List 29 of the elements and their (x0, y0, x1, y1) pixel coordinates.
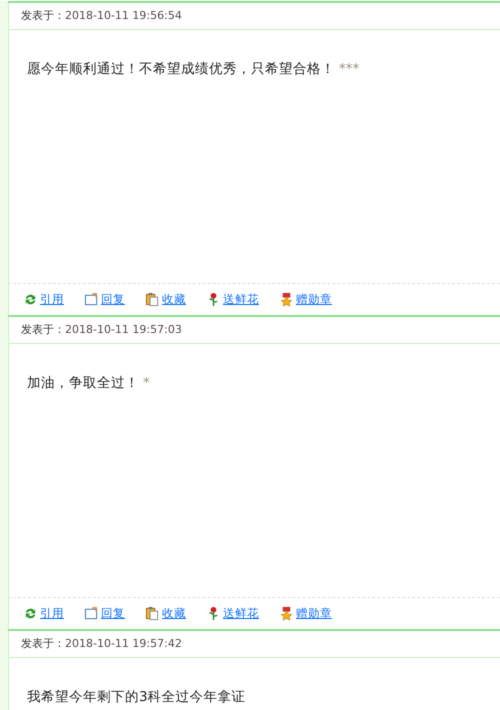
action-link[interactable]: 送鲜花 (206, 604, 259, 622)
notepad-icon (84, 606, 99, 621)
post-content: 加油，争取全过！ (27, 375, 139, 391)
posted-label: 发表于： (21, 636, 65, 652)
clipboard-icon (145, 606, 160, 621)
action-link[interactable]: 回复 (84, 290, 125, 308)
action-link[interactable]: 送鲜花 (206, 290, 259, 308)
masked-text: * (143, 375, 150, 391)
medal-icon (279, 606, 294, 621)
post-date: 2018-10-11 19:57:03 (65, 322, 182, 338)
clipboard-icon (145, 292, 160, 307)
action-link[interactable]: 引用 (23, 290, 64, 308)
refresh-icon (23, 606, 38, 621)
post-content: 愿今年顺利通过！不希望成绩优秀，只希望合格！ (27, 61, 335, 77)
action-link[interactable]: 收藏 (145, 604, 186, 622)
posted-label: 发表于： (21, 322, 65, 338)
notepad-icon (84, 292, 99, 307)
post-content: 我希望今年剩下的3科全过今年拿证 (27, 689, 246, 705)
action-link[interactable]: 回复 (84, 604, 125, 622)
post-date: 2018-10-11 19:56:54 (65, 8, 182, 24)
action-link[interactable]: 引用 (23, 604, 64, 622)
action-link[interactable]: 赠勋章 (279, 604, 332, 622)
medal-icon (279, 292, 294, 307)
masked-text: *** (339, 61, 360, 77)
posted-label: 发表于： (21, 8, 65, 24)
action-link[interactable]: 赠勋章 (279, 290, 332, 308)
post-date: 2018-10-11 19:57:42 (65, 636, 182, 652)
refresh-icon (23, 292, 38, 307)
action-link[interactable]: 收藏 (145, 290, 186, 308)
